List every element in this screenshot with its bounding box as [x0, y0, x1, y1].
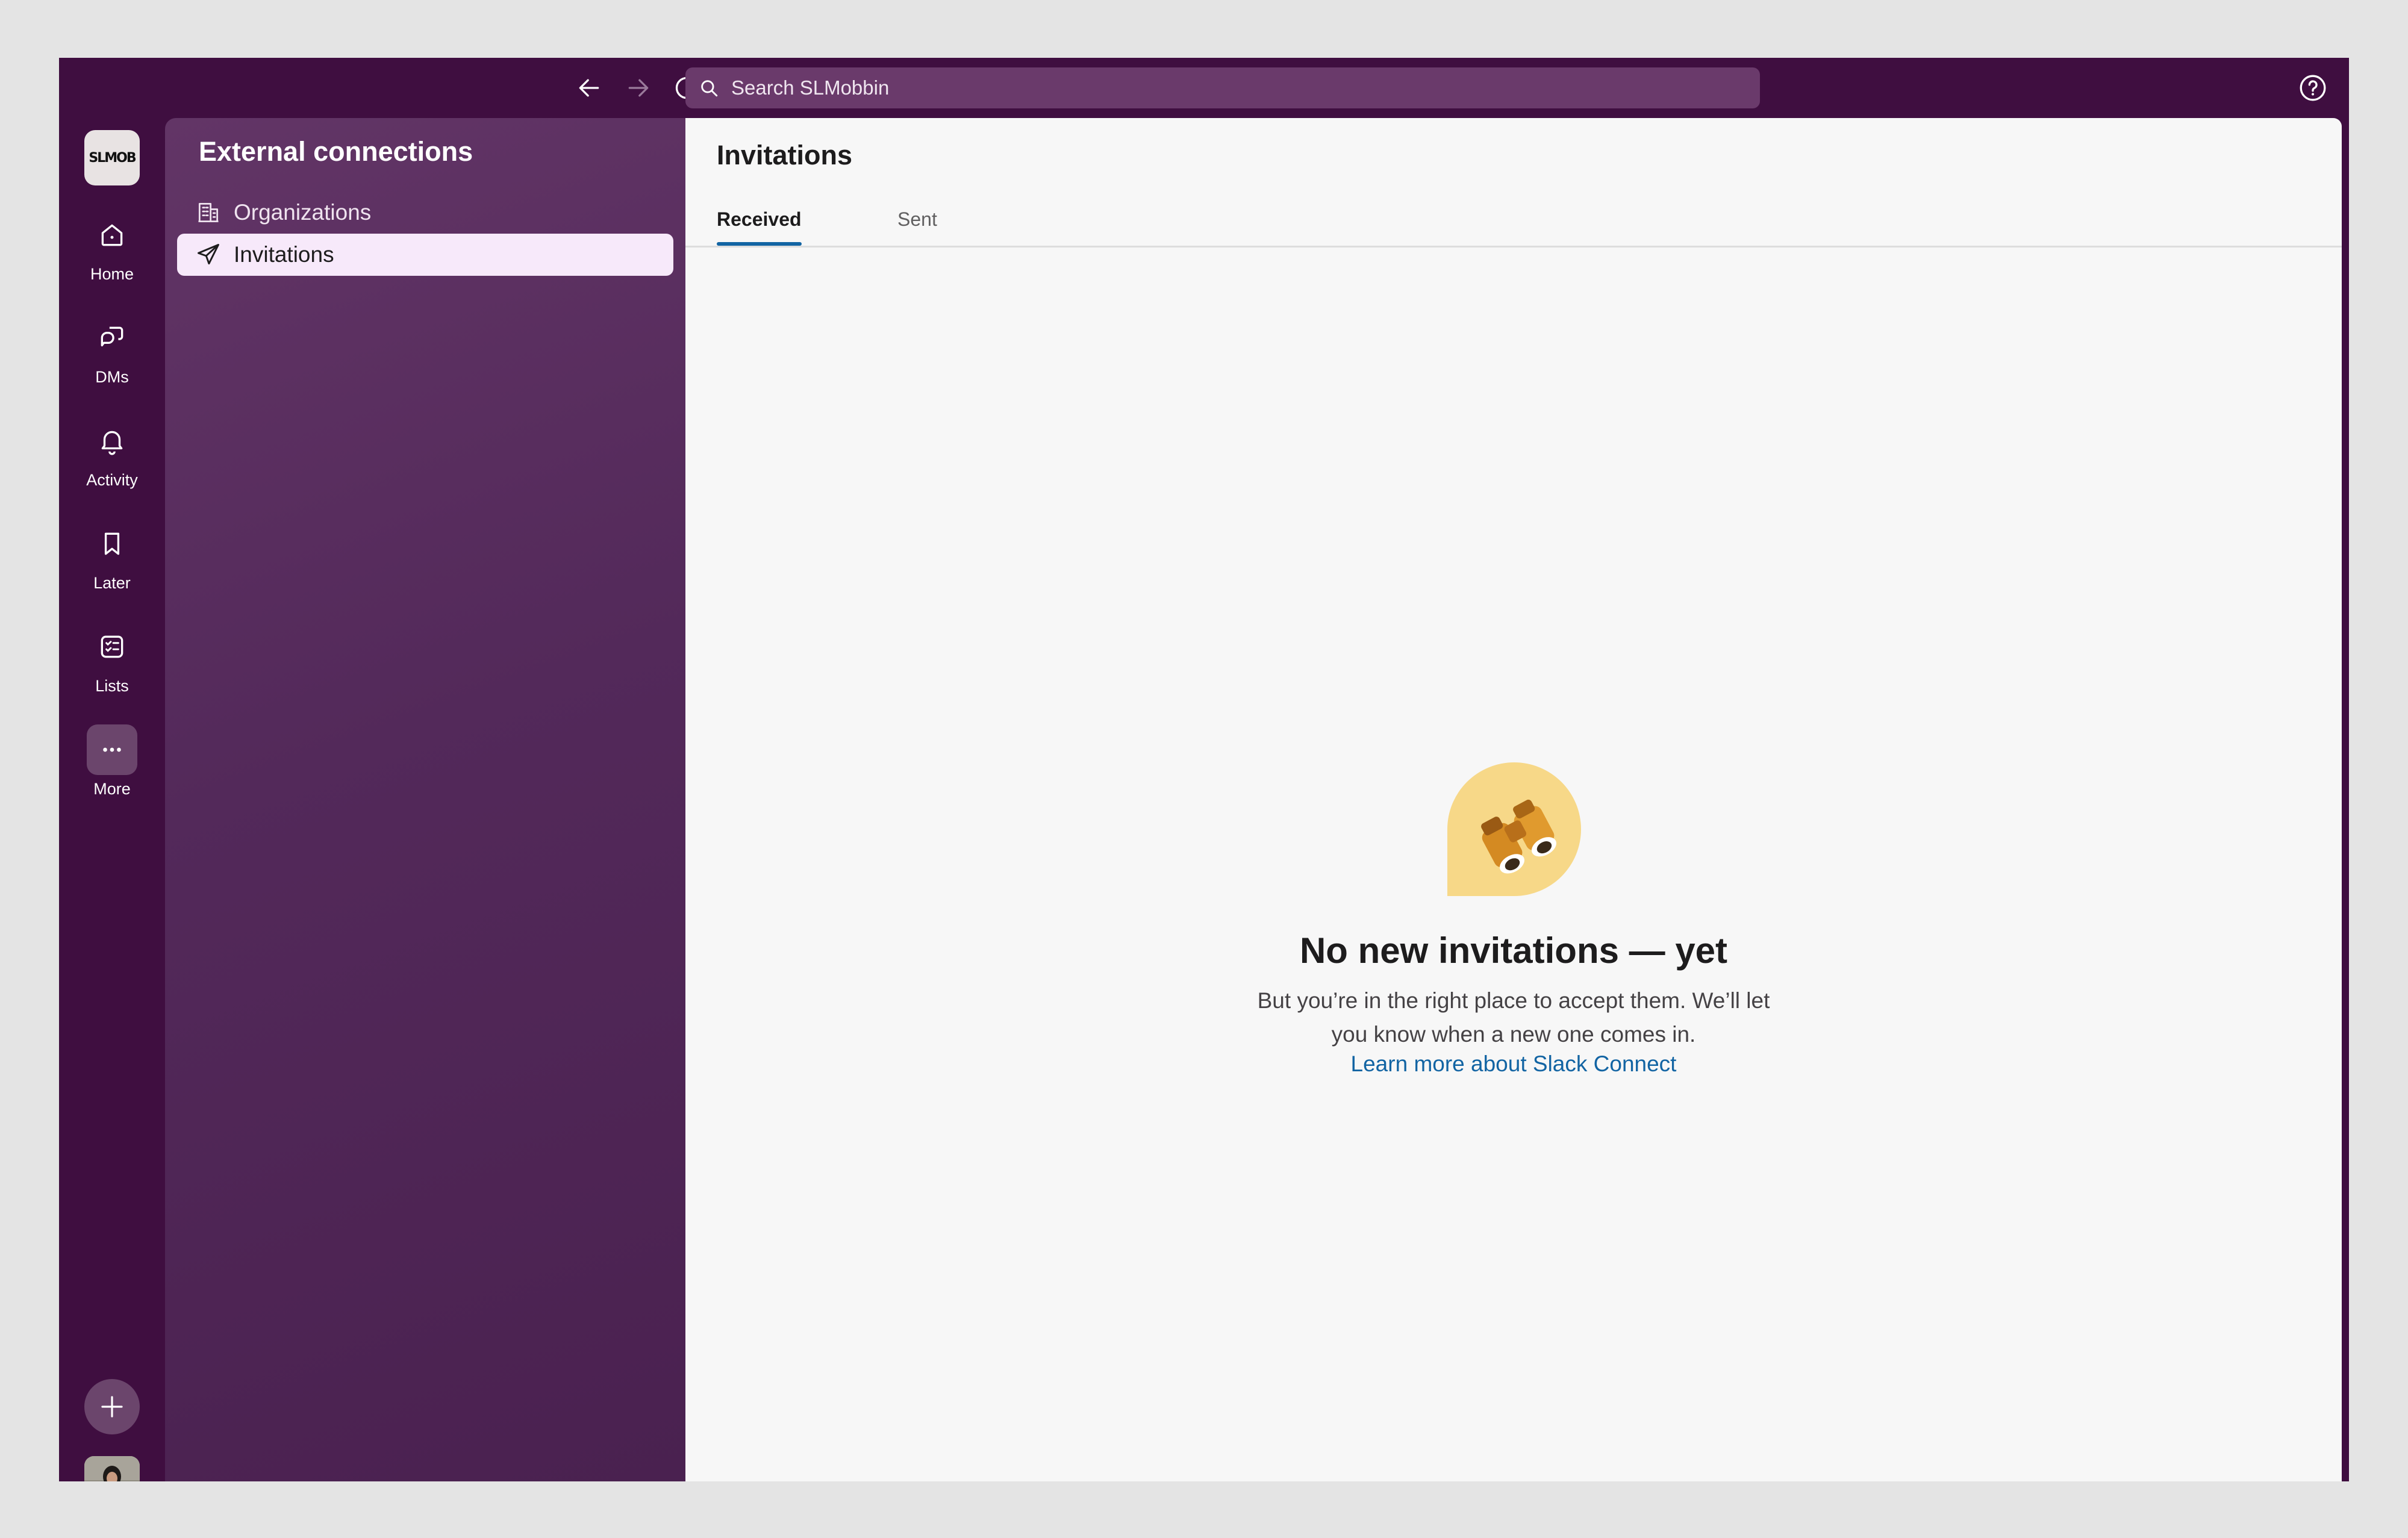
- rail-item-more[interactable]: More: [59, 724, 165, 809]
- avatar-photo: [84, 1456, 140, 1481]
- dms-icon: [101, 326, 123, 347]
- sidebar-item-invitations-label: Invitations: [234, 242, 334, 267]
- paper-plane-icon: [198, 244, 219, 265]
- learn-more-link[interactable]: Learn more about Slack Connect: [685, 1051, 2342, 1077]
- back-button[interactable]: [572, 71, 606, 105]
- rail-label-home: Home: [90, 265, 134, 283]
- plus-icon: [101, 1396, 123, 1418]
- tab-received[interactable]: Received: [717, 208, 802, 246]
- rail-item-later[interactable]: Later: [59, 518, 165, 603]
- rail-label-activity: Activity: [86, 471, 138, 489]
- home-icon: [101, 224, 123, 246]
- rail-label-more: More: [93, 780, 131, 798]
- active-tab-indicator: [717, 242, 802, 246]
- binoculars-icon: [1447, 762, 1581, 896]
- sidebar-item-organizations-label: Organizations: [234, 200, 372, 225]
- rail-item-home[interactable]: Home: [59, 210, 165, 294]
- more-icon: [103, 747, 121, 752]
- forward-button[interactable]: [622, 71, 655, 105]
- page-title: Invitations: [717, 140, 853, 170]
- building-icon: [198, 202, 219, 223]
- search-icon: [701, 80, 718, 97]
- empty-state-body: But you’re in the right place to accept …: [1257, 988, 1770, 1047]
- tab-sent[interactable]: Sent: [897, 208, 937, 231]
- top-bar: Search SLMobbin: [59, 58, 2349, 118]
- workspace-logo-text: SLMOB: [89, 150, 136, 166]
- main-panel: Invitations Received Sent No new invitat…: [685, 118, 2342, 1481]
- sidebar-title: External connections: [199, 136, 473, 167]
- tab-sent-label: Sent: [897, 208, 937, 230]
- rail-item-dms[interactable]: DMs: [59, 313, 165, 397]
- left-rail: SLMOB Home DMs Activity Later Lists More: [59, 118, 165, 1481]
- app-window: Search SLMobbin SLMOB Home DMs Activity …: [59, 58, 2349, 1481]
- add-button[interactable]: [84, 1379, 140, 1434]
- sidebar-item-invitations[interactable]: Invitations: [177, 234, 673, 276]
- bell-icon: [101, 431, 123, 455]
- tab-received-label: Received: [717, 208, 802, 230]
- sidebar: External connections Organizations Invit…: [165, 118, 685, 1481]
- rail-item-activity[interactable]: Activity: [59, 416, 165, 500]
- rail-label-lists: Lists: [95, 677, 129, 695]
- rail-label-later: Later: [93, 574, 131, 592]
- arrow-right-icon: [628, 79, 649, 97]
- lists-icon: [101, 635, 123, 658]
- workspace-logo[interactable]: SLMOB: [84, 130, 140, 185]
- arrow-left-icon: [579, 79, 599, 97]
- help-circle-icon: [2300, 75, 2326, 101]
- search-placeholder: Search SLMobbin: [731, 76, 890, 99]
- rail-label-dms: DMs: [95, 368, 129, 386]
- search-input[interactable]: Search SLMobbin: [685, 67, 1760, 108]
- empty-state-title: No new invitations — yet: [1299, 930, 1728, 971]
- bookmark-icon: [104, 532, 120, 555]
- sidebar-item-organizations[interactable]: Organizations: [177, 191, 673, 234]
- help-button[interactable]: [2295, 70, 2331, 106]
- tab-bar: Received Sent: [685, 196, 2342, 248]
- rail-item-lists[interactable]: Lists: [59, 621, 165, 706]
- user-avatar[interactable]: [84, 1456, 140, 1481]
